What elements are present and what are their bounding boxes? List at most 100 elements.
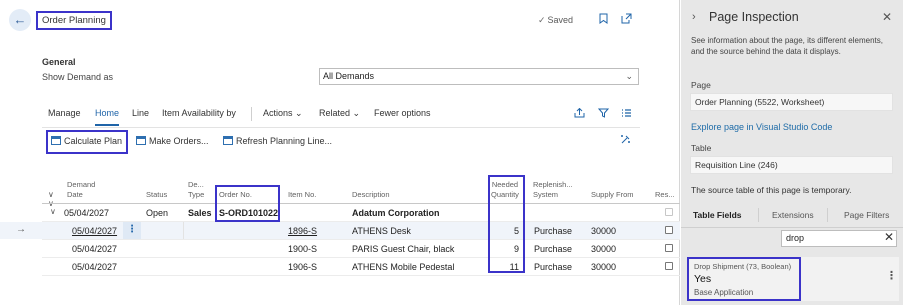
make-orders-icon	[136, 136, 146, 145]
col-header-status[interactable]: Status	[146, 190, 167, 200]
cell-item-no[interactable]: 1896-S	[288, 226, 317, 236]
saved-label: Saved	[547, 15, 574, 25]
cell-demand-date[interactable]: 05/04/2027	[72, 226, 117, 236]
inspection-tabs: Table Fields Extensions Page Filters	[681, 200, 903, 228]
bookmark-icon[interactable]	[599, 13, 608, 27]
close-icon[interactable]: ✕	[882, 10, 892, 24]
checkmark-icon: ✓	[538, 15, 546, 25]
toolbar-divider	[42, 127, 640, 128]
field-result-highlight	[687, 257, 801, 301]
col-header-supply-from[interactable]: Supply From	[591, 190, 634, 200]
chevron-down-icon: ⌄	[295, 108, 303, 118]
table-row-group[interactable]: ∨ 05/04/2027 Open Sales S-ORD101022 Adat…	[0, 204, 680, 221]
cell-demand-date[interactable]: 05/04/2027	[72, 262, 117, 272]
cell-demand-date: 05/04/2027	[64, 208, 110, 218]
table-value-field: Requisition Line (246)	[690, 156, 893, 174]
chevron-down-icon[interactable]: ∨	[50, 207, 56, 216]
res-checkbox[interactable]	[665, 208, 673, 216]
inspection-description: See information about the page, its diff…	[691, 36, 883, 56]
refresh-planning-line-label: Refresh Planning Line...	[236, 136, 333, 146]
refresh-icon	[223, 136, 233, 145]
cell-replenishment-system[interactable]: Purchase	[534, 244, 572, 254]
col-header-description[interactable]: Description	[352, 190, 390, 200]
calculator-icon	[51, 136, 61, 145]
page-title: Order Planning	[36, 11, 112, 30]
general-section-title: General	[42, 57, 76, 67]
tab-page-filters[interactable]: Page Filters	[844, 210, 889, 220]
col-header-item-no[interactable]: Item No.	[288, 190, 316, 200]
action-related-label: Related	[319, 108, 351, 118]
tab-extensions[interactable]: Extensions	[772, 210, 814, 220]
open-new-window-icon[interactable]	[621, 13, 632, 27]
order-no-highlight	[215, 185, 280, 222]
table-row[interactable]: 05/04/2027 1900-S PARIS Guest Chair, bla…	[0, 240, 680, 257]
field-search-value: drop	[786, 233, 805, 243]
show-demand-label: Show Demand as	[42, 72, 114, 82]
cell-replenishment-system[interactable]: Purchase	[534, 262, 572, 272]
row-actions-icon[interactable]: ⋮	[123, 222, 141, 239]
res-checkbox[interactable]	[665, 262, 673, 270]
action-line[interactable]: Line	[132, 108, 149, 118]
refresh-planning-line-button[interactable]: Refresh Planning Line...	[223, 136, 332, 146]
show-demand-select[interactable]: All Demands ⌄	[319, 68, 639, 85]
table-temporary-note: The source table of this page is tempora…	[691, 185, 852, 195]
row-divider	[42, 275, 680, 276]
action-item-availability[interactable]: Item Availability by	[162, 108, 236, 118]
needed-quantity-highlight	[488, 175, 525, 273]
cell-demand-type: Sales	[188, 208, 212, 218]
cell-supply-from[interactable]: 30000	[591, 262, 616, 272]
res-checkbox[interactable]	[665, 244, 673, 252]
cell-item-no[interactable]: 1900-S	[288, 244, 317, 254]
personalize-icon[interactable]	[620, 134, 631, 148]
cell-description: Adatum Corporation	[352, 208, 440, 218]
cell-status: Open	[146, 208, 169, 218]
cell-supply-from[interactable]: 30000	[591, 226, 616, 236]
calculate-plan-label: Calculate Plan	[64, 136, 123, 146]
page-inspection-pane: › Page Inspection ✕ See information abou…	[681, 0, 903, 305]
page-label: Page	[691, 80, 711, 90]
chevron-right-icon[interactable]: ›	[692, 11, 696, 23]
cell-demand-date[interactable]: 05/04/2027	[72, 244, 117, 254]
res-checkbox[interactable]	[665, 226, 673, 234]
cell-description: PARIS Guest Chair, black	[352, 244, 455, 254]
cell-demand-type	[183, 222, 215, 239]
table-row[interactable]: 05/04/2027 1906-S ATHENS Mobile Pedestal…	[0, 258, 680, 275]
home-tab-indicator	[95, 124, 119, 126]
calculate-plan-button[interactable]: Calculate Plan	[51, 136, 122, 146]
action-actions-label: Actions	[263, 108, 293, 118]
current-row-arrow-icon: →	[16, 224, 26, 235]
table-row[interactable]: → 05/04/2027 ⋮ 1896-S ATHENS Desk 5 Purc…	[0, 222, 680, 239]
back-arrow-icon[interactable]: ←	[9, 9, 31, 31]
page-value-field: Order Planning (5522, Worksheet)	[690, 93, 893, 111]
field-search-input[interactable]: drop ✕	[781, 230, 897, 247]
explore-vscode-link[interactable]: Explore page in Visual Studio Code	[691, 122, 832, 132]
make-orders-label: Make Orders...	[149, 136, 209, 146]
make-orders-button[interactable]: Make Orders...	[136, 136, 209, 146]
col-header-res[interactable]: Res...	[655, 190, 675, 200]
clear-search-icon[interactable]: ✕	[884, 230, 894, 245]
chevron-down-icon: ⌄	[625, 71, 633, 81]
show-demand-value: All Demands	[323, 71, 375, 81]
saved-status: ✓ Saved	[538, 15, 573, 26]
col-header-demand-type[interactable]: De... Type	[188, 180, 204, 200]
tab-separator	[827, 208, 828, 222]
col-header-demand-date[interactable]: Demand Date	[67, 180, 95, 200]
action-separator	[251, 107, 252, 121]
chevron-down-icon: ⌄	[352, 108, 361, 118]
cell-replenishment-system[interactable]: Purchase	[534, 226, 572, 236]
action-related[interactable]: Related ⌄	[319, 108, 360, 119]
cell-description: ATHENS Mobile Pedestal	[352, 262, 455, 272]
filter-icon[interactable]	[597, 108, 610, 121]
table-label: Table	[691, 143, 712, 153]
list-view-icon[interactable]	[621, 108, 632, 121]
more-options-icon[interactable]: ⋮	[886, 269, 897, 282]
share-icon[interactable]	[574, 107, 585, 121]
action-home[interactable]: Home	[95, 108, 119, 118]
action-actions[interactable]: Actions ⌄	[263, 108, 303, 119]
action-manage[interactable]: Manage	[48, 108, 81, 118]
action-fewer-options[interactable]: Fewer options	[374, 108, 431, 118]
cell-item-no[interactable]: 1906-S	[288, 262, 317, 272]
cell-supply-from[interactable]: 30000	[591, 244, 616, 254]
tab-table-fields[interactable]: Table Fields	[693, 210, 742, 220]
col-header-replenishment-system[interactable]: Replenish... System	[533, 180, 573, 200]
